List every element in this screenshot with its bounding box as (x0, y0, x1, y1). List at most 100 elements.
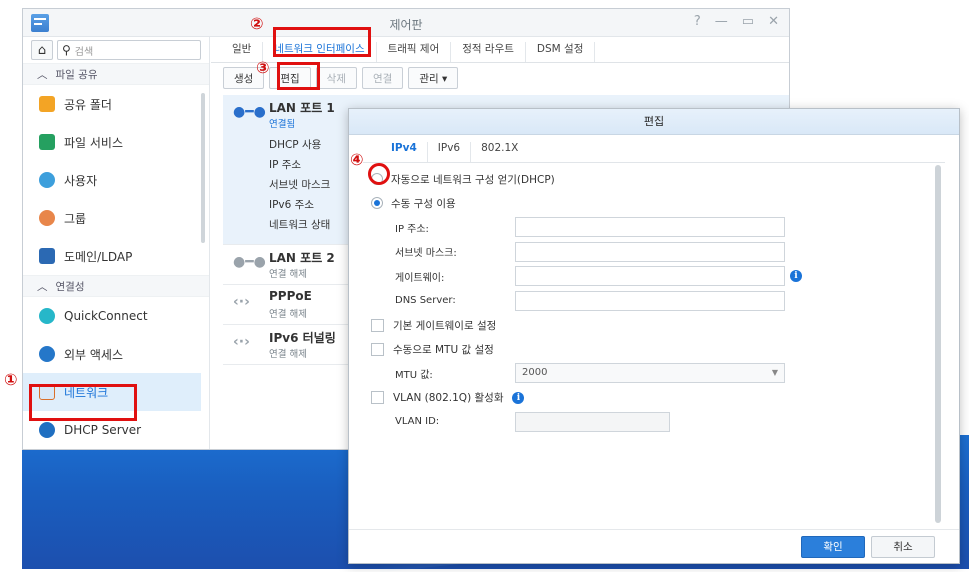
search-icon: ⚲ (62, 43, 71, 57)
default-gateway-checkbox[interactable] (371, 318, 384, 332)
dhcp-label: 자동으로 네트워크 구성 얻기(DHCP) (391, 173, 555, 186)
sidebar-item-label: 도메인/LDAP (64, 249, 133, 264)
domain-ldap-icon (39, 248, 55, 264)
section-file-sharing[interactable]: ︿ 파일 공유 (23, 63, 209, 85)
manage-dropdown[interactable]: 관리 ▾ (408, 67, 459, 89)
minimize-icon[interactable]: — (715, 14, 728, 29)
help-icon[interactable]: ? (694, 14, 701, 29)
manual-mtu-checkbox[interactable] (371, 342, 384, 356)
dialog-scrollbar[interactable] (935, 165, 941, 523)
step-marker-1: ① (4, 370, 18, 389)
tab-traffic-control[interactable]: 트래픽 제어 (377, 42, 452, 62)
sidebar-item-label: QuickConnect (64, 309, 148, 323)
manual-mtu-option[interactable]: 수동으로 MTU 값 설정 (371, 337, 931, 361)
dialog-footer: 확인 취소 (349, 529, 959, 563)
port-status: 연결 해제 (269, 309, 307, 320)
dhcp-option[interactable]: 자동으로 네트워크 구성 얻기(DHCP) (371, 167, 931, 191)
info-icon[interactable]: i (790, 270, 802, 283)
sidebar-item-file-services[interactable]: 파일 서비스 (23, 123, 209, 161)
detail-label: DHCP 사용 (269, 139, 322, 151)
sidebar-item-label: 사용자 (64, 173, 98, 188)
search-input[interactable]: ⚲ 검색 (57, 40, 201, 60)
vlan-checkbox[interactable] (371, 391, 384, 404)
lan-disconnected-icon: ●━● (233, 254, 266, 270)
sidebar-item-shared-folder[interactable]: 공유 폴더 (23, 85, 209, 123)
detail-label: 서브넷 마스크 (269, 179, 331, 191)
dns-server-input[interactable] (515, 290, 785, 311)
sidebar-item-label: 파일 서비스 (64, 135, 124, 150)
manual-mtu-label: 수동으로 MTU 값 설정 (393, 343, 494, 356)
info-icon[interactable]: i (512, 391, 525, 404)
port-status: 연결 해제 (269, 349, 307, 360)
sidebar-item-external-access[interactable]: 외부 액세스 (23, 335, 209, 373)
tab-ipv4[interactable]: IPv4 (381, 142, 428, 162)
section-connectivity[interactable]: ︿ 연결성 (23, 275, 209, 297)
dialog-title: 편집 (349, 109, 959, 135)
sidebar-item-user[interactable]: 사용자 (23, 161, 209, 199)
user-icon (39, 172, 55, 188)
tab-8021x[interactable]: 802.1X (471, 142, 528, 162)
highlight-edit-button (277, 62, 320, 90)
dns-label: DNS Server: (395, 295, 456, 307)
port-name: LAN 포트 1 (269, 101, 335, 115)
close-icon[interactable]: ✕ (768, 14, 779, 29)
port-name: PPPoE (269, 289, 312, 303)
lan-connected-icon: ●━● (233, 104, 266, 120)
subnet-mask-input[interactable] (515, 241, 785, 262)
port-status: 연결됨 (269, 119, 296, 130)
file-services-icon (39, 134, 55, 150)
highlight-dhcp-radio (368, 163, 390, 185)
default-gateway-label: 기본 게이트웨이로 설정 (393, 319, 497, 332)
manual-radio[interactable] (371, 197, 383, 209)
vlan-option[interactable]: VLAN (802.1Q) 활성화 i (371, 386, 931, 410)
dhcp-server-icon (39, 422, 55, 438)
section-label: 파일 공유 (55, 68, 98, 81)
tab-ipv6[interactable]: IPv6 (428, 142, 472, 162)
default-gateway-option[interactable]: 기본 게이트웨이로 설정 (371, 313, 931, 337)
highlight-network-interface-tab (273, 27, 371, 57)
window-title: 제어판 (389, 18, 423, 32)
sidebar-item-label: 외부 액세스 (64, 347, 124, 362)
sidebar-item-label: 공유 폴더 (64, 97, 112, 112)
connect-button[interactable]: 연결 (361, 67, 404, 89)
search-placeholder: 검색 (74, 46, 94, 58)
ip-label: IP 주소: (395, 223, 429, 235)
sidebar-item-label: DHCP Server (64, 423, 142, 437)
vlan-id-label: VLAN ID: (395, 416, 440, 428)
detail-label: IP 주소 (269, 159, 302, 171)
tab-static-route[interactable]: 정적 라우트 (451, 42, 526, 62)
title-bar: 제어판 ? — ▭ ✕ (23, 9, 789, 37)
dialog-body: 자동으로 네트워크 구성 얻기(DHCP) 수동 구성 이용 IP 주소: 서브… (371, 167, 931, 434)
port-name: IPv6 터널링 (269, 331, 336, 345)
delete-button[interactable]: 삭제 (315, 67, 357, 89)
maximize-icon[interactable]: ▭ (742, 14, 754, 29)
sidebar-item-group[interactable]: 그룹 (23, 199, 209, 237)
tunnel-icon: ‹·› (233, 334, 250, 350)
port-status: 연결 해제 (269, 269, 307, 280)
ok-button[interactable]: 확인 (801, 536, 865, 558)
vlan-label: VLAN (802.1Q) 활성화 (393, 392, 504, 404)
chevron-up-icon: ︿ (37, 68, 48, 81)
chevron-up-icon: ︿ (37, 280, 48, 293)
globe-icon (39, 346, 55, 362)
tab-dsm-settings[interactable]: DSM 설정 (526, 42, 596, 62)
manual-option[interactable]: 수동 구성 이용 (371, 191, 931, 215)
dialog-tab-bar: IPv4 IPv6 802.1X (363, 135, 945, 163)
sidebar-item-domain-ldap[interactable]: 도메인/LDAP (23, 237, 209, 275)
step-marker-2: ② (250, 14, 264, 33)
gateway-input[interactable] (515, 266, 785, 287)
manual-label: 수동 구성 이용 (391, 197, 456, 210)
shared-folder-icon (39, 96, 55, 112)
pppoe-icon: ‹·› (233, 294, 250, 310)
vlan-id-input[interactable] (515, 411, 670, 432)
sidebar-item-quickconnect[interactable]: QuickConnect (23, 297, 209, 335)
detail-label: 네트워크 상태 (269, 219, 331, 231)
ip-address-input[interactable] (515, 217, 785, 238)
highlight-network (29, 384, 137, 421)
mtu-select[interactable]: 2000 (515, 363, 785, 384)
quickconnect-icon (39, 308, 55, 324)
port-name: LAN 포트 2 (269, 251, 335, 265)
home-button[interactable]: ⌂ (31, 40, 53, 60)
sidebar-scrollbar[interactable] (201, 93, 205, 243)
cancel-button[interactable]: 취소 (871, 536, 935, 558)
